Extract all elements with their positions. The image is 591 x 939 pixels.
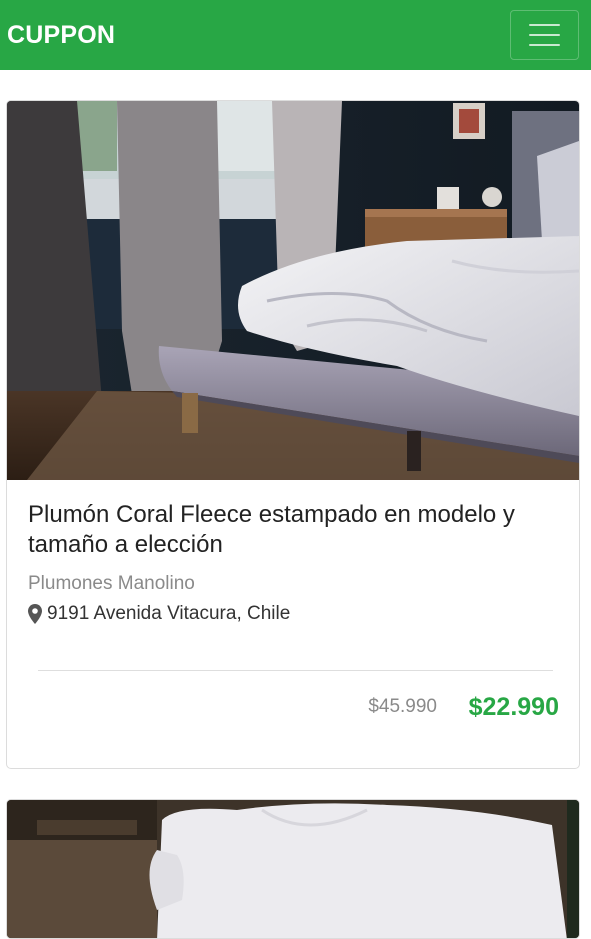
merchant-name: Plumones Manolino: [28, 573, 195, 594]
deal-image[interactable]: [7, 800, 579, 939]
deal-image[interactable]: [7, 101, 579, 480]
hamburger-menu-icon: [529, 34, 560, 36]
deal-card[interactable]: [6, 799, 580, 939]
deal-title[interactable]: Plumón Coral Fleece estampado en modelo …: [28, 500, 548, 560]
deal-address: 9191 Avenida Vitacura, Chile: [28, 603, 290, 625]
brand-logo[interactable]: CUPPON: [7, 21, 115, 50]
menu-toggle-button[interactable]: [510, 10, 579, 60]
hamburger-menu-icon: [529, 24, 560, 26]
discount-price: $22.990: [468, 693, 559, 721]
top-navbar: CUPPON: [0, 0, 591, 70]
address-text: 9191 Avenida Vitacura, Chile: [47, 603, 291, 624]
map-marker-icon: [28, 604, 42, 624]
hamburger-menu-icon: [529, 44, 560, 46]
original-price: $45.990: [368, 696, 437, 717]
card-divider: [38, 670, 553, 671]
deal-card[interactable]: Plumón Coral Fleece estampado en modelo …: [6, 100, 580, 769]
